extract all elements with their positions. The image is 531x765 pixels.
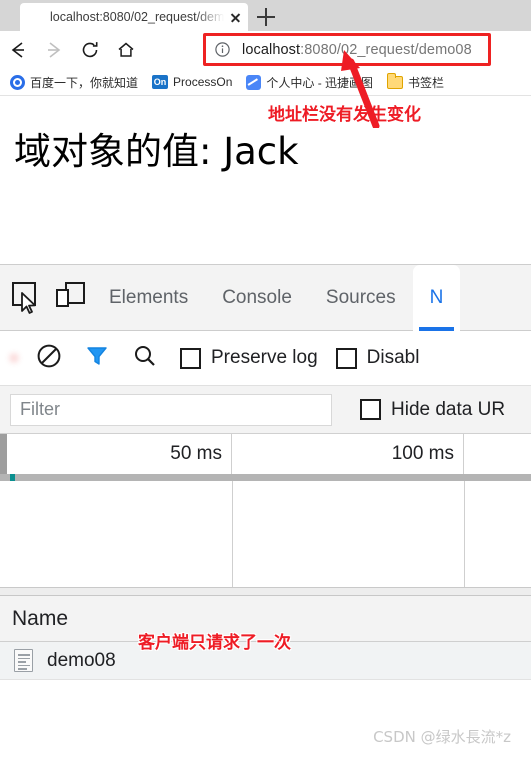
bookmark-label: ProcessOn <box>173 75 233 89</box>
page-viewport: 域对象的值: Jack <box>0 96 531 264</box>
csdn-watermark: CSDN @绿水長流*z <box>373 728 511 746</box>
bookmark-label: 个人中心 - 迅捷画图 <box>266 75 374 90</box>
bookmark-processon[interactable]: On ProcessOn <box>152 75 232 89</box>
request-name: demo08 <box>47 649 116 671</box>
clear-icon[interactable] <box>36 343 62 374</box>
device-toolbar-icon[interactable] <box>46 265 92 331</box>
baidu-paw-icon <box>10 74 25 90</box>
column-header-name[interactable]: Name <box>0 607 68 631</box>
browser-tab[interactable]: localhost:8080/02_request/demo <box>20 3 248 120</box>
request-table-header: Name <box>0 596 531 642</box>
processon-icon: On <box>152 75 169 89</box>
overview-grid <box>0 481 531 588</box>
devtools-panel: Elements Console Sources N Preserve log <box>0 264 531 765</box>
checkbox-box[interactable] <box>180 347 201 369</box>
back-button[interactable] <box>0 33 36 67</box>
document-icon <box>14 649 33 672</box>
overview-resizer[interactable] <box>0 587 531 595</box>
url-text: localhost:8080/02_request/demo08 <box>242 42 472 58</box>
url-host: localhost <box>242 41 301 58</box>
checkbox-box[interactable] <box>360 399 381 420</box>
folder-icon <box>386 72 404 89</box>
tab-strip: localhost:8080/02_request/demo <box>0 0 531 120</box>
tab-elements[interactable]: Elements <box>92 265 205 331</box>
filter-input[interactable] <box>10 393 332 426</box>
disable-cache-label: Disabl <box>366 347 420 368</box>
page-icon <box>28 10 41 120</box>
tab-title: localhost:8080/02_request/demo <box>50 10 226 24</box>
overview-ruler: 50 ms 100 ms <box>0 434 531 474</box>
address-bar[interactable]: localhost:8080/02_request/demo08 <box>203 33 491 66</box>
overview-request-marker <box>10 474 15 481</box>
inspect-element-icon[interactable] <box>0 265 46 331</box>
home-button[interactable] <box>108 33 144 67</box>
search-icon[interactable] <box>132 343 158 374</box>
table-row[interactable]: demo08 <box>0 642 531 680</box>
reload-button[interactable] <box>72 33 108 67</box>
close-icon[interactable] <box>226 8 244 26</box>
network-filter-bar: Hide data UR <box>0 386 531 434</box>
preserve-log-label: Preserve log <box>211 347 318 368</box>
bookmark-label: 百度一下，你就知道 <box>30 75 139 90</box>
bookmark-folder[interactable]: 书签栏 <box>386 72 445 91</box>
devtools-tabbar: Elements Console Sources N <box>0 264 531 331</box>
bookmark-label: 书签栏 <box>408 75 445 90</box>
overview-tick-empty <box>464 434 531 474</box>
browser-window: localhost:8080/02_request/demo localhost… <box>0 0 531 765</box>
bookmarks-bar: 百度一下，你就知道 On ProcessOn 个人中心 - 迅捷画图 书签栏 <box>0 69 531 96</box>
filter-funnel-icon[interactable] <box>84 343 110 374</box>
overview-tick: 100 ms <box>232 434 464 474</box>
bookmark-xunjie[interactable]: 个人中心 - 迅捷画图 <box>246 74 373 91</box>
new-tab-button[interactable] <box>252 5 280 29</box>
info-circle-icon[interactable] <box>214 41 231 58</box>
preserve-log-checkbox[interactable]: Preserve log <box>180 347 318 369</box>
tab-network[interactable]: N <box>412 264 461 331</box>
tab-console[interactable]: Console <box>205 265 309 331</box>
url-path: :8080/02_request/demo08 <box>300 41 472 58</box>
checkbox-box[interactable] <box>335 347 357 369</box>
hide-data-urls-checkbox[interactable]: Hide data UR <box>360 399 505 421</box>
overview-band <box>0 474 531 481</box>
overview-tick: 50 ms <box>0 434 232 474</box>
xunjie-chart-icon <box>246 74 262 90</box>
hide-data-urls-label: Hide data UR <box>391 398 506 420</box>
tab-sources[interactable]: Sources <box>309 265 413 331</box>
page-title: 域对象的值: Jack <box>14 130 299 173</box>
network-overview[interactable]: 50 ms 100 ms <box>0 434 531 596</box>
disable-cache-checkbox[interactable]: Disabl <box>335 347 420 369</box>
forward-button <box>36 33 72 67</box>
bookmark-baidu[interactable]: 百度一下，你就知道 <box>10 74 138 91</box>
network-toolbar: Preserve log Disabl <box>0 331 531 386</box>
